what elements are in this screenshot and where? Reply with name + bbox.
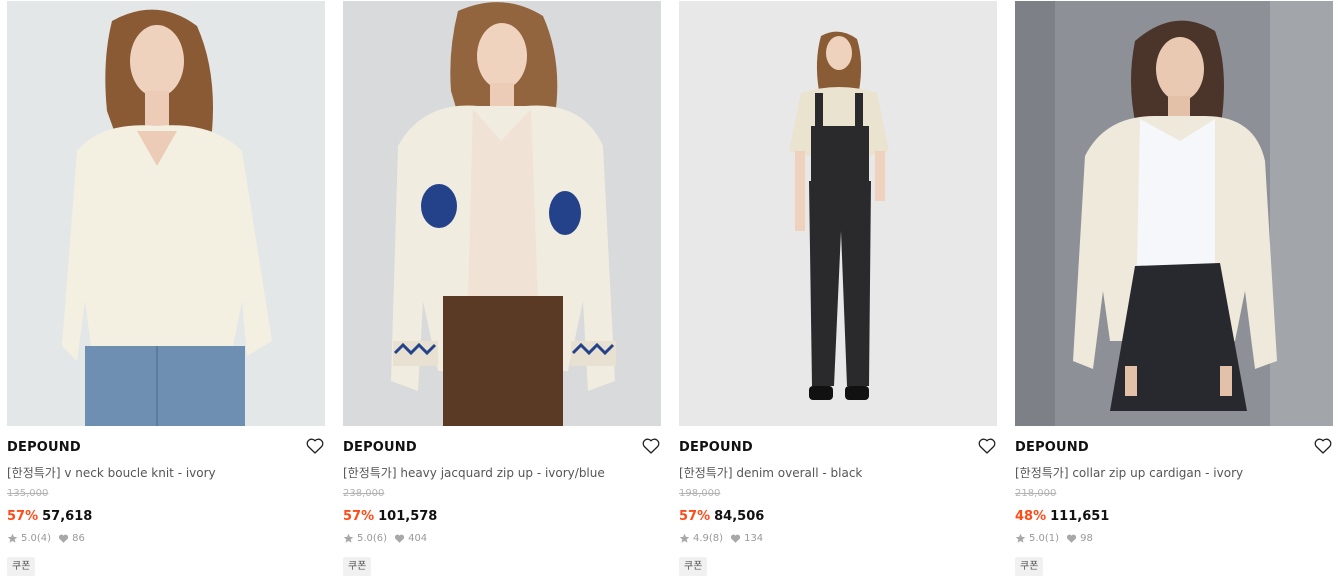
likes-heart-icon — [394, 534, 405, 543]
coupon-badge: 쿠폰 — [7, 557, 36, 576]
likes-count: 98 — [1080, 533, 1093, 544]
product-name[interactable]: [한정특가] v neck boucle knit - ivory — [7, 464, 216, 481]
review-count: (4) — [36, 533, 52, 544]
rating-value: 4.9 — [693, 533, 709, 544]
review-count: (1) — [1044, 533, 1060, 544]
product-name[interactable]: [한정특가] collar zip up cardigan - ivory — [1015, 464, 1243, 481]
price-line: 57% 57,618 — [7, 505, 92, 524]
rating-value: 5.0 — [1029, 533, 1045, 544]
star-icon — [343, 533, 354, 543]
discount-rate: 57% — [679, 509, 711, 524]
product-meta: 5.0 (4) 86 — [7, 533, 85, 544]
discount-rate: 57% — [343, 509, 375, 524]
price-line: 57% 101,578 — [343, 505, 437, 524]
sale-price: 84,506 — [714, 509, 765, 524]
original-price: 198,000 — [679, 488, 721, 499]
product-image[interactable] — [343, 1, 661, 426]
product-name[interactable]: [한정특가] heavy jacquard zip up - ivory/blu… — [343, 464, 605, 481]
discount-rate: 57% — [7, 509, 39, 524]
sale-price: 111,651 — [1050, 509, 1110, 524]
price-line: 48% 111,651 — [1015, 505, 1109, 524]
brand-name[interactable]: DEPOUND — [7, 440, 81, 455]
product-card[interactable]: DEPOUND [한정특가] denim overall - black 198… — [679, 0, 997, 584]
brand-name[interactable]: DEPOUND — [1015, 440, 1089, 455]
likes-heart-icon — [730, 534, 741, 543]
product-image[interactable] — [7, 1, 325, 426]
product-meta: 5.0 (1) 98 — [1015, 533, 1093, 544]
discount-rate: 48% — [1015, 509, 1047, 524]
star-icon — [679, 533, 690, 543]
star-icon — [1015, 533, 1026, 543]
likes-heart-icon — [1066, 534, 1077, 543]
product-meta: 4.9 (8) 134 — [679, 533, 763, 544]
product-image[interactable] — [1015, 1, 1333, 426]
wishlist-heart-icon[interactable] — [1313, 436, 1333, 456]
original-price: 218,000 — [1015, 488, 1057, 499]
coupon-badge: 쿠폰 — [679, 557, 708, 576]
product-name[interactable]: [한정특가] denim overall - black — [679, 464, 862, 481]
original-price: 238,000 — [343, 488, 385, 499]
wishlist-heart-icon[interactable] — [977, 436, 997, 456]
likes-count: 404 — [408, 533, 428, 544]
rating-value: 5.0 — [21, 533, 37, 544]
wishlist-heart-icon[interactable] — [305, 436, 325, 456]
likes-heart-icon — [58, 534, 69, 543]
product-grid: DEPOUND [한정특가] v neck boucle knit - ivor… — [0, 0, 1340, 584]
star-icon — [7, 533, 18, 543]
price-line: 57% 84,506 — [679, 505, 764, 524]
product-card[interactable]: DEPOUND [한정특가] heavy jacquard zip up - i… — [343, 0, 661, 584]
likes-count: 86 — [72, 533, 85, 544]
coupon-badge: 쿠폰 — [343, 557, 372, 576]
product-card[interactable]: DEPOUND [한정특가] collar zip up cardigan - … — [1015, 0, 1333, 584]
product-image[interactable] — [679, 1, 997, 426]
original-price: 135,000 — [7, 488, 49, 499]
sale-price: 101,578 — [378, 509, 438, 524]
review-count: (8) — [708, 533, 724, 544]
product-card[interactable]: DEPOUND [한정특가] v neck boucle knit - ivor… — [7, 0, 325, 584]
sale-price: 57,618 — [42, 509, 93, 524]
brand-name[interactable]: DEPOUND — [343, 440, 417, 455]
brand-name[interactable]: DEPOUND — [679, 440, 753, 455]
wishlist-heart-icon[interactable] — [641, 436, 661, 456]
rating-value: 5.0 — [357, 533, 373, 544]
review-count: (6) — [372, 533, 388, 544]
coupon-badge: 쿠폰 — [1015, 557, 1044, 576]
product-meta: 5.0 (6) 404 — [343, 533, 427, 544]
likes-count: 134 — [744, 533, 764, 544]
